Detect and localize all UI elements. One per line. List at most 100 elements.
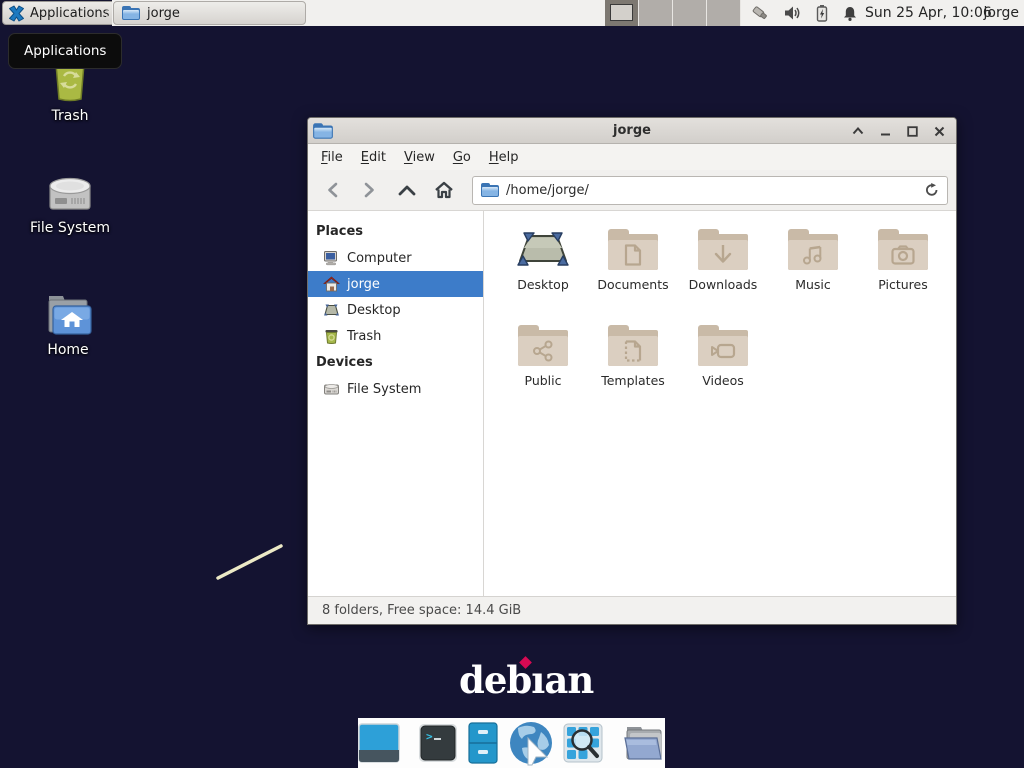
forward-button[interactable] — [353, 175, 386, 205]
notifications-bell-icon[interactable] — [842, 5, 858, 22]
statusbar: 8 folders, Free space: 14.4 GiB — [308, 596, 956, 624]
file-label: Templates — [601, 373, 665, 388]
taskbar-window-label: jorge — [147, 6, 180, 21]
menu-file[interactable]: File — [312, 146, 352, 169]
desktop-icon-label: File System — [8, 220, 132, 236]
file-item-videos[interactable]: Videos — [678, 325, 768, 421]
debian-logo: debıan — [459, 658, 593, 702]
taskbar-window-button[interactable]: jorge — [113, 1, 306, 25]
location-folder-icon — [481, 183, 499, 197]
workspace-1[interactable] — [605, 0, 639, 26]
panel-username: jorge — [984, 0, 1019, 26]
show-desktop-icon[interactable] — [358, 723, 400, 763]
svg-text:>: > — [426, 730, 433, 743]
close-button[interactable] — [930, 122, 948, 140]
file-label: Desktop — [517, 277, 569, 292]
titlebar[interactable]: jorge — [308, 118, 956, 144]
sidebar-item-jorge[interactable]: jorge — [308, 271, 483, 297]
desktop-icon-home[interactable]: Home — [6, 292, 130, 358]
sidebar-item-label: jorge — [347, 277, 380, 292]
desktop-icon-file-system[interactable]: File System — [8, 172, 132, 236]
reload-icon[interactable] — [925, 183, 939, 198]
battery-charging-icon[interactable] — [816, 4, 828, 22]
desktop-surface-icon — [515, 229, 571, 270]
web-browser-globe-icon[interactable] — [508, 720, 554, 766]
workspace-2[interactable] — [639, 0, 673, 26]
xfce-menu-icon — [8, 5, 25, 22]
desktop-icon-label: Home — [6, 342, 130, 358]
back-button[interactable] — [316, 175, 349, 205]
sidebar-item-label: Desktop — [347, 303, 401, 318]
up-button[interactable] — [390, 175, 423, 205]
file-item-public[interactable]: Public — [498, 325, 588, 421]
folder-downloads-icon — [698, 229, 748, 270]
location-bar[interactable]: /home/jorge/ — [472, 176, 948, 205]
file-label: Videos — [702, 373, 744, 388]
minimize-button[interactable] — [876, 122, 894, 140]
menu-view[interactable]: View — [395, 146, 444, 169]
system-tray — [750, 0, 858, 26]
hard-drive-icon — [323, 381, 340, 397]
window-folder-icon — [122, 6, 140, 20]
folder-videos-icon — [698, 325, 748, 366]
desktop-icon-label: Trash — [8, 108, 132, 124]
file-item-pictures[interactable]: Pictures — [858, 229, 948, 325]
menu-edit[interactable]: Edit — [352, 146, 395, 169]
home-button[interactable] — [427, 175, 460, 205]
file-label: Music — [795, 277, 831, 292]
menubar: File Edit View Go Help — [308, 144, 956, 170]
clock[interactable]: Sun 25 Apr, 10:06 — [865, 0, 992, 26]
sidebar-item-computer[interactable]: Computer — [308, 245, 483, 271]
pen-icon[interactable] — [750, 4, 770, 22]
dock: > — [358, 718, 665, 768]
menu-go[interactable]: Go — [444, 146, 480, 169]
file-item-documents[interactable]: Documents — [588, 229, 678, 325]
toolbar: /home/jorge/ — [308, 170, 956, 211]
application-finder-icon[interactable] — [563, 723, 603, 763]
panel-handle[interactable] — [102, 0, 111, 26]
applications-tooltip: Applications — [8, 33, 122, 69]
sidebar-item-file-system[interactable]: File System — [308, 376, 483, 402]
workspace-3[interactable] — [673, 0, 707, 26]
sidebar-item-trash[interactable]: Trash — [308, 323, 483, 349]
file-item-desktop[interactable]: Desktop — [498, 229, 588, 325]
desktop-icon — [323, 302, 340, 318]
menu-help[interactable]: Help — [480, 146, 528, 169]
sidebar-item-label: Trash — [347, 329, 381, 344]
folder-templates-icon — [608, 325, 658, 366]
top-panel: Applications jorge — [0, 0, 1024, 26]
file-item-templates[interactable]: Templates — [588, 325, 678, 421]
sidebar: Places Computer — [308, 211, 484, 596]
file-manager-window: jorge File Edit View Go Help — [307, 117, 957, 625]
shade-button[interactable] — [849, 122, 867, 140]
file-item-music[interactable]: Music — [768, 229, 858, 325]
volume-icon[interactable] — [784, 5, 802, 21]
hard-drive-icon — [8, 172, 132, 214]
file-item-downloads[interactable]: Downloads — [678, 229, 768, 325]
home-folder-icon — [6, 292, 130, 336]
workspace-switcher[interactable] — [605, 0, 741, 26]
maximize-button[interactable] — [903, 122, 921, 140]
cursor-trail — [210, 538, 294, 586]
terminal-icon[interactable]: > — [418, 723, 458, 763]
sidebar-header-places: Places — [308, 218, 483, 245]
file-label: Downloads — [689, 277, 758, 292]
location-path[interactable]: /home/jorge/ — [506, 183, 918, 198]
folder-pictures-icon — [878, 229, 928, 270]
file-manager-folder-icon[interactable] — [621, 723, 665, 763]
taskbar: jorge — [112, 0, 1024, 26]
workspace-4[interactable] — [707, 0, 741, 26]
trash-icon — [323, 328, 340, 344]
sidebar-header-devices: Devices — [308, 349, 483, 376]
sidebar-item-label: Computer — [347, 251, 412, 266]
folder-music-icon — [788, 229, 838, 270]
file-cabinet-icon[interactable] — [467, 722, 499, 764]
home-icon — [323, 276, 340, 292]
file-list: Desktop Documents Download — [484, 211, 956, 596]
file-label: Documents — [597, 277, 668, 292]
computer-icon — [323, 250, 340, 266]
file-label: Public — [525, 373, 562, 388]
sidebar-item-desktop[interactable]: Desktop — [308, 297, 483, 323]
sidebar-item-label: File System — [347, 382, 421, 397]
applications-menu-label: Applications — [30, 6, 109, 21]
